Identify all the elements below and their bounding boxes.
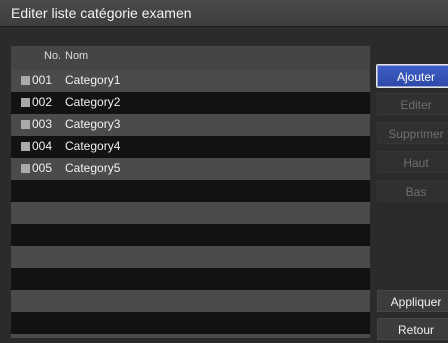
title-bar: Editer liste catégorie examen <box>0 0 448 27</box>
table-row[interactable]: 003 Category3 <box>11 114 370 136</box>
edit-button[interactable]: Editer <box>377 93 448 115</box>
row-name: Category4 <box>65 139 121 153</box>
back-button[interactable]: Retour <box>377 318 448 340</box>
row-checkbox[interactable] <box>21 164 30 173</box>
add-button[interactable]: Ajouter <box>377 65 448 87</box>
table-row[interactable]: 002 Category2 <box>11 92 370 114</box>
table-row[interactable]: 004 Category4 <box>11 136 370 158</box>
table-row[interactable]: 001 Category1 <box>11 70 370 92</box>
empty-row <box>11 224 370 246</box>
table-header: No. Nom <box>11 46 370 70</box>
empty-row <box>11 268 370 290</box>
empty-row <box>11 334 370 338</box>
category-table: No. Nom 001 Category1 002 Category2 003 … <box>11 46 370 338</box>
row-checkbox[interactable] <box>21 98 30 107</box>
row-checkbox[interactable] <box>21 120 30 129</box>
window-title: Editer liste catégorie examen <box>11 5 192 21</box>
empty-row <box>11 180 370 202</box>
row-name: Category5 <box>65 161 121 175</box>
column-header-name: Nom <box>65 50 89 62</box>
empty-row <box>11 202 370 224</box>
row-number: 004 <box>32 139 53 153</box>
move-down-button[interactable]: Bas <box>377 180 448 202</box>
empty-row <box>11 246 370 268</box>
table-row[interactable]: 005 Category5 <box>11 158 370 180</box>
row-name: Category1 <box>65 73 121 87</box>
empty-row <box>11 290 370 312</box>
move-up-button[interactable]: Haut <box>377 151 448 173</box>
empty-row <box>11 312 370 334</box>
delete-button[interactable]: Supprimer <box>377 122 448 144</box>
row-number: 003 <box>32 117 53 131</box>
column-header-number: No. <box>44 50 62 62</box>
row-number: 005 <box>32 161 53 175</box>
row-name: Category2 <box>65 95 121 109</box>
row-checkbox[interactable] <box>21 142 30 151</box>
row-name: Category3 <box>65 117 121 131</box>
apply-button[interactable]: Appliquer <box>377 290 448 312</box>
row-number: 002 <box>32 95 53 109</box>
row-checkbox[interactable] <box>21 76 30 85</box>
row-number: 001 <box>32 73 53 87</box>
